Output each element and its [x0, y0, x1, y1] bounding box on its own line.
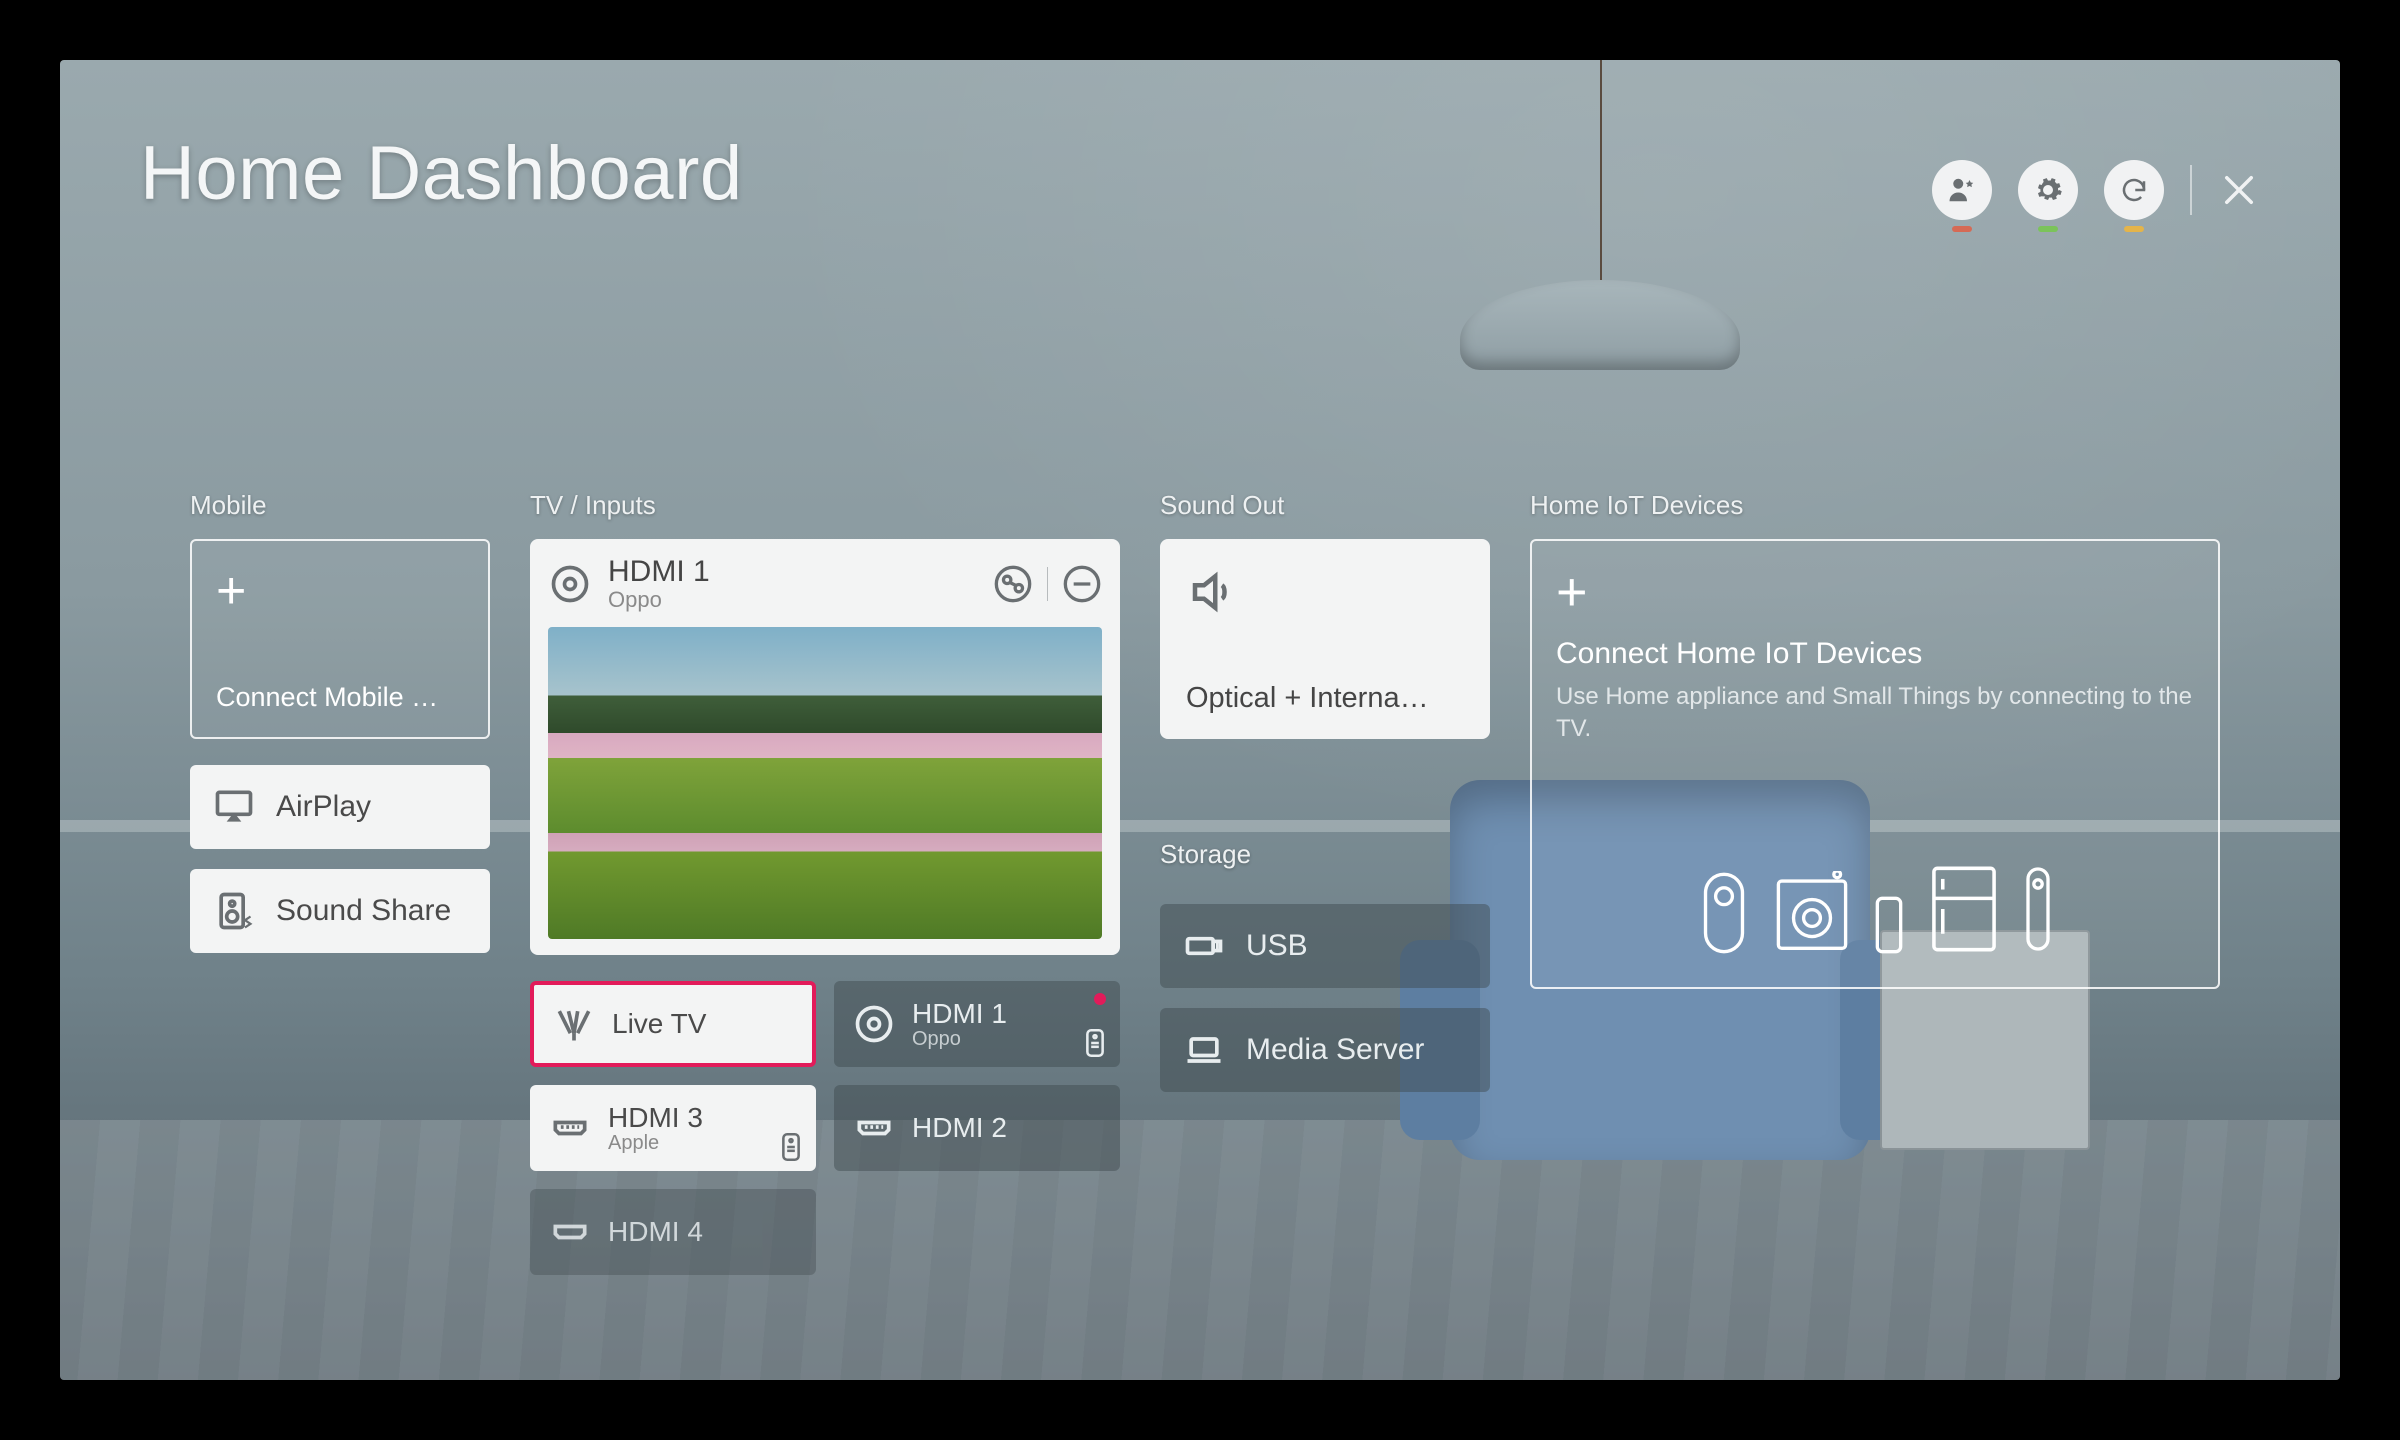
input-tile-live-tv[interactable]: Live TV: [530, 981, 816, 1067]
mobile-column: Mobile + Connect Mobile … AirPlay Sound …: [190, 490, 490, 1380]
phone-icon: [1873, 895, 1905, 955]
remove-input-icon[interactable]: [1062, 564, 1102, 604]
close-icon[interactable]: [2218, 169, 2260, 211]
plus-icon: +: [1556, 565, 2194, 619]
input-tile-hdmi3[interactable]: HDMI 3 Apple: [530, 1085, 816, 1171]
usb-label: USB: [1246, 929, 1308, 963]
simplink-icon[interactable]: [993, 564, 1033, 604]
fridge-icon: [1927, 863, 2001, 955]
home-dashboard-screen: Home Dashboard Mobile + Connect Mobile …: [60, 60, 2340, 1380]
iot-device-icons: [1556, 863, 2194, 963]
usb-icon: [1182, 924, 1226, 968]
active-indicator: [1094, 993, 1106, 1005]
tile-title: HDMI 2: [912, 1112, 1007, 1144]
airplay-item[interactable]: AirPlay: [190, 765, 490, 849]
header-actions: [1932, 160, 2260, 220]
hdmi-icon: [548, 1106, 592, 1150]
speaker-bt-icon: [212, 889, 256, 933]
tile-title: Live TV: [612, 1008, 706, 1040]
input-grid: Live TV HDMI 1 Oppo HDMI 3 A: [530, 981, 1120, 1275]
iot-connect-card[interactable]: + Connect Home IoT Devices Use Home appl…: [1530, 539, 2220, 989]
account-button[interactable]: [1932, 160, 1992, 220]
current-input-subtitle: Oppo: [608, 587, 710, 613]
status-indicator: [2124, 226, 2144, 232]
tv-inputs-column: TV / Inputs HDMI 1 Oppo: [530, 490, 1120, 1380]
remote-icon: [1084, 1029, 1106, 1057]
sound-output-label: Optical + Interna…: [1186, 682, 1464, 715]
status-indicator: [2038, 226, 2058, 232]
tile-title: HDMI 3: [608, 1102, 703, 1134]
decor-lamp-cord: [1600, 60, 1602, 280]
refresh-button[interactable]: [2104, 160, 2164, 220]
hdmi-icon: [852, 1106, 896, 1150]
iot-description: Use Home appliance and Small Things by c…: [1556, 681, 2194, 746]
mobile-label: Mobile: [190, 490, 490, 521]
person-star-icon: [1947, 175, 1977, 205]
usb-item[interactable]: USB: [1160, 904, 1490, 988]
sound-storage-column: Sound Out Optical + Interna… Storage USB…: [1160, 490, 1490, 1380]
plus-icon: +: [216, 565, 464, 617]
page-title: Home Dashboard: [140, 130, 743, 217]
refresh-icon: [2119, 175, 2149, 205]
input-tile-hdmi1[interactable]: HDMI 1 Oppo: [834, 981, 1120, 1067]
sound-share-label: Sound Share: [276, 894, 451, 928]
storage-label: Storage: [1160, 839, 1490, 870]
current-input-title: HDMI 1: [608, 555, 710, 589]
gear-icon: [2033, 175, 2063, 205]
current-input-card[interactable]: HDMI 1 Oppo: [530, 539, 1120, 955]
antenna-icon: [552, 1002, 596, 1046]
disc-icon: [852, 1002, 896, 1046]
iot-title: Connect Home IoT Devices: [1556, 637, 2194, 671]
remote-device-icon: [2023, 863, 2053, 955]
speaker-out-icon: [1186, 565, 1240, 619]
tile-subtitle: Apple: [608, 1132, 703, 1155]
connect-mobile-label: Connect Mobile …: [216, 682, 464, 713]
washer-icon: [1773, 871, 1851, 955]
tv-inputs-label: TV / Inputs: [530, 490, 1120, 521]
input-tile-hdmi4[interactable]: HDMI 4: [530, 1189, 816, 1275]
laptop-icon: [1182, 1028, 1226, 1072]
separator: [2190, 165, 2192, 215]
airplay-label: AirPlay: [276, 790, 371, 824]
decor-lamp: [1460, 280, 1740, 370]
airplay-icon: [212, 785, 256, 829]
media-server-label: Media Server: [1246, 1033, 1424, 1067]
iot-column: Home IoT Devices + Connect Home IoT Devi…: [1530, 490, 2220, 1380]
air-purifier-icon: [1697, 871, 1751, 955]
status-indicator: [1952, 226, 1972, 232]
hdmi-icon: [548, 1210, 592, 1254]
separator: [1047, 567, 1049, 601]
columns: Mobile + Connect Mobile … AirPlay Sound …: [190, 490, 2220, 1380]
disc-icon: [548, 562, 592, 606]
sound-out-label: Sound Out: [1160, 490, 1490, 521]
tile-title: HDMI 1: [912, 998, 1007, 1030]
sound-share-item[interactable]: Sound Share: [190, 869, 490, 953]
tile-subtitle: Oppo: [912, 1028, 1007, 1051]
remote-icon: [780, 1133, 802, 1161]
tile-title: HDMI 4: [608, 1216, 703, 1248]
media-server-item[interactable]: Media Server: [1160, 1008, 1490, 1092]
sound-out-card[interactable]: Optical + Interna…: [1160, 539, 1490, 739]
iot-label: Home IoT Devices: [1530, 490, 2220, 521]
connect-mobile-card[interactable]: + Connect Mobile …: [190, 539, 490, 739]
input-preview: [548, 627, 1102, 939]
input-tile-hdmi2[interactable]: HDMI 2: [834, 1085, 1120, 1171]
settings-button[interactable]: [2018, 160, 2078, 220]
